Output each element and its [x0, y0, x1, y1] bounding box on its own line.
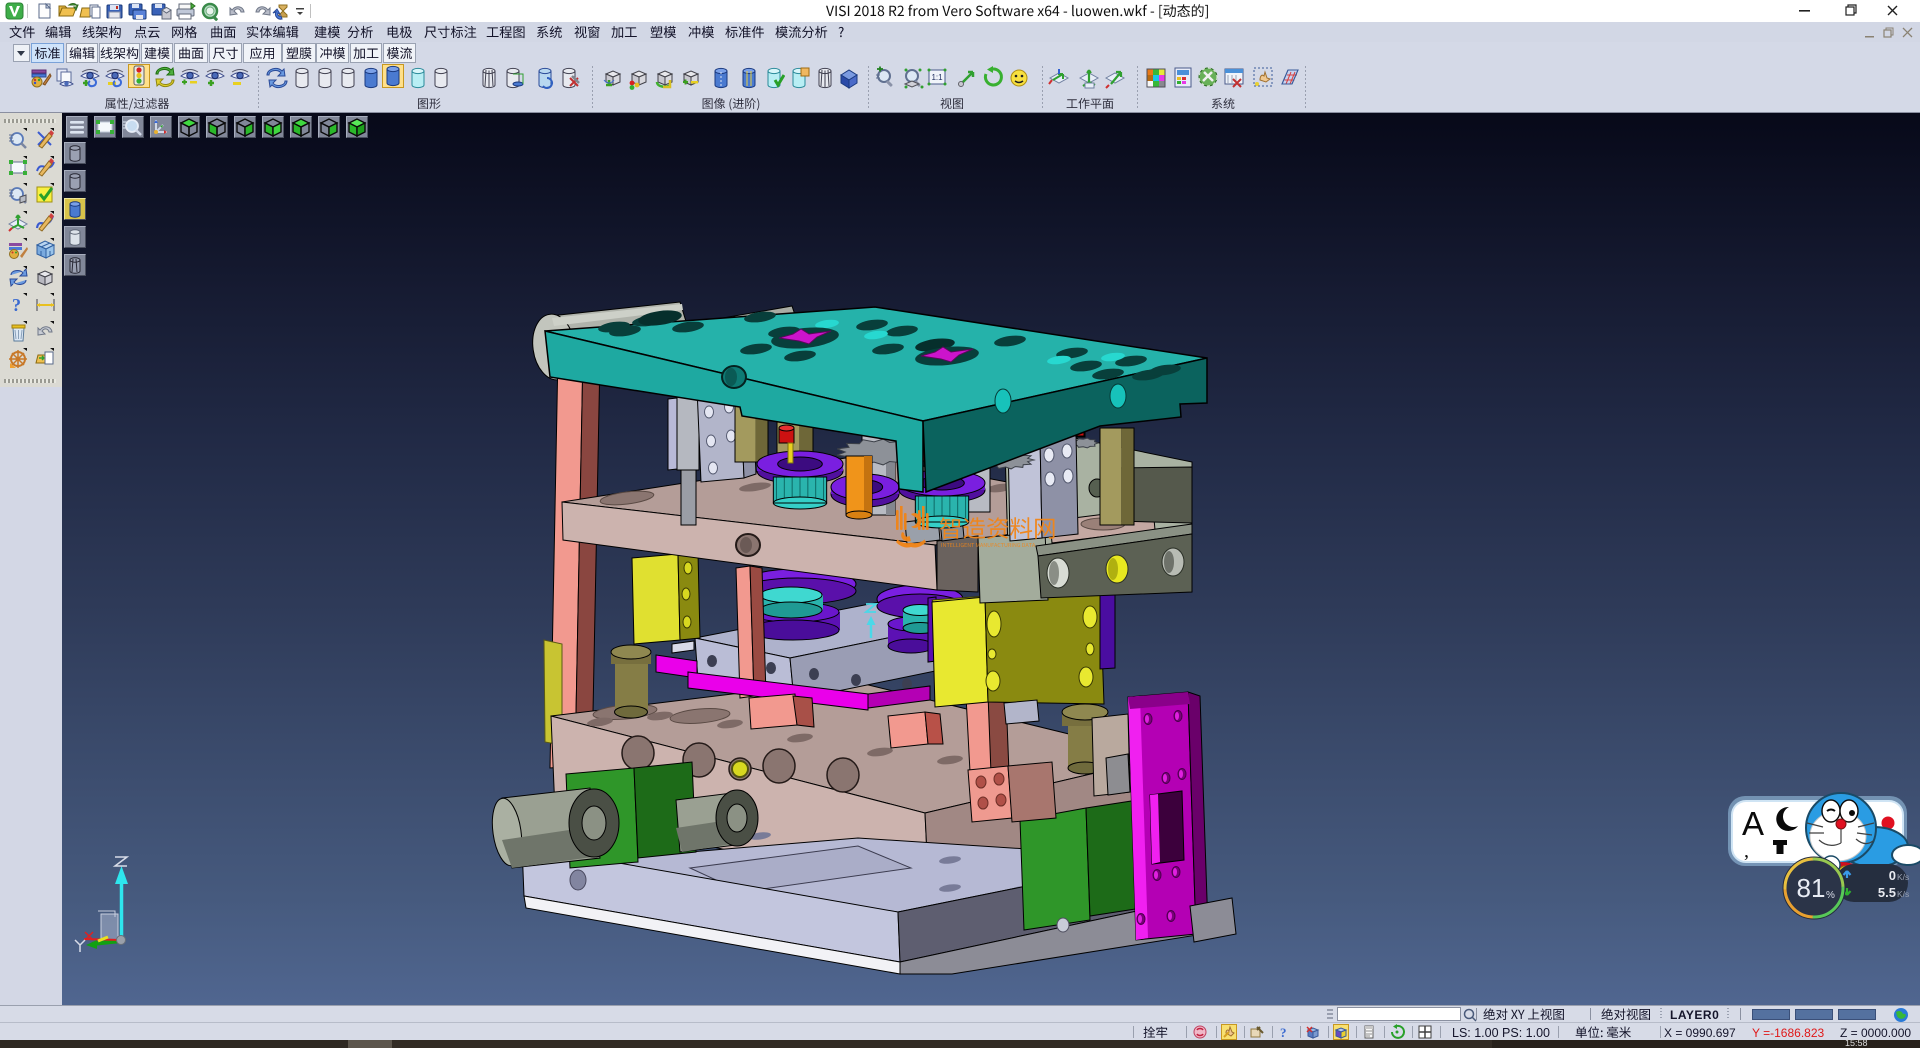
- svg-text:A: A: [1742, 805, 1764, 842]
- svg-text:,: ,: [1744, 840, 1749, 862]
- svg-text:1:1: 1:1: [931, 73, 943, 82]
- svg-text:5.5: 5.5: [1878, 885, 1896, 900]
- svg-text:?: ?: [12, 295, 21, 315]
- svg-text:K/s: K/s: [1897, 889, 1909, 899]
- svg-text:%: %: [1826, 890, 1835, 901]
- svg-text:81: 81: [1797, 873, 1826, 903]
- svg-text:0: 0: [1889, 868, 1896, 883]
- svg-text:?: ?: [1280, 1025, 1287, 1040]
- svg-text:K/s: K/s: [1897, 872, 1909, 882]
